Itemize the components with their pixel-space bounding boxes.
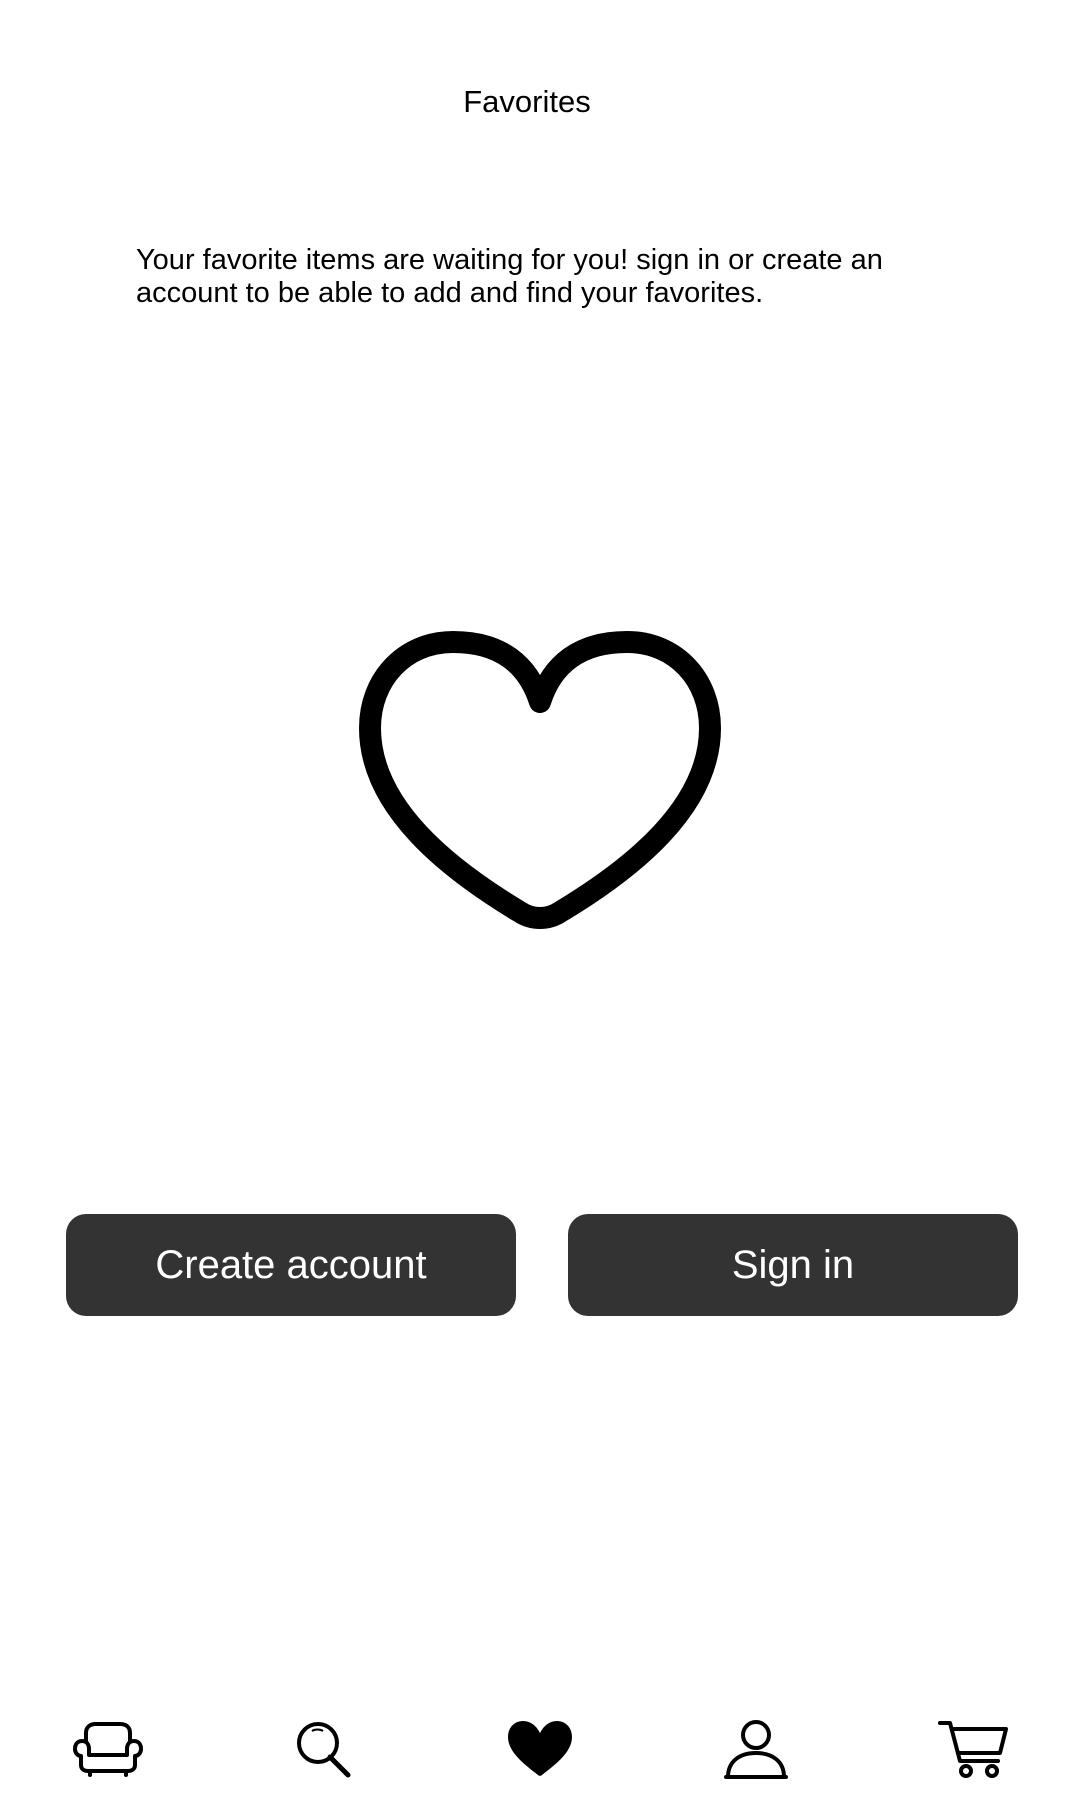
heart-outline-icon [359,631,721,929]
nav-item-account[interactable] [716,1714,796,1784]
nav-item-favorites[interactable] [500,1714,580,1784]
create-account-button[interactable]: Create account [66,1214,516,1316]
person-icon [724,1720,788,1779]
nav-item-cart[interactable] [934,1714,1014,1784]
sign-in-button[interactable]: Sign in [568,1214,1018,1316]
nav-item-search[interactable] [284,1714,364,1784]
heart-filled-icon [508,1721,572,1776]
nav-item-home[interactable] [68,1714,148,1784]
page-title: Favorites [463,84,591,119]
empty-state-message: Your favorite items are waiting for you!… [136,244,883,309]
bottom-navigation [0,1700,1080,1800]
sofa-icon [73,1722,143,1777]
cart-icon [938,1721,1008,1778]
search-icon [297,1722,351,1778]
